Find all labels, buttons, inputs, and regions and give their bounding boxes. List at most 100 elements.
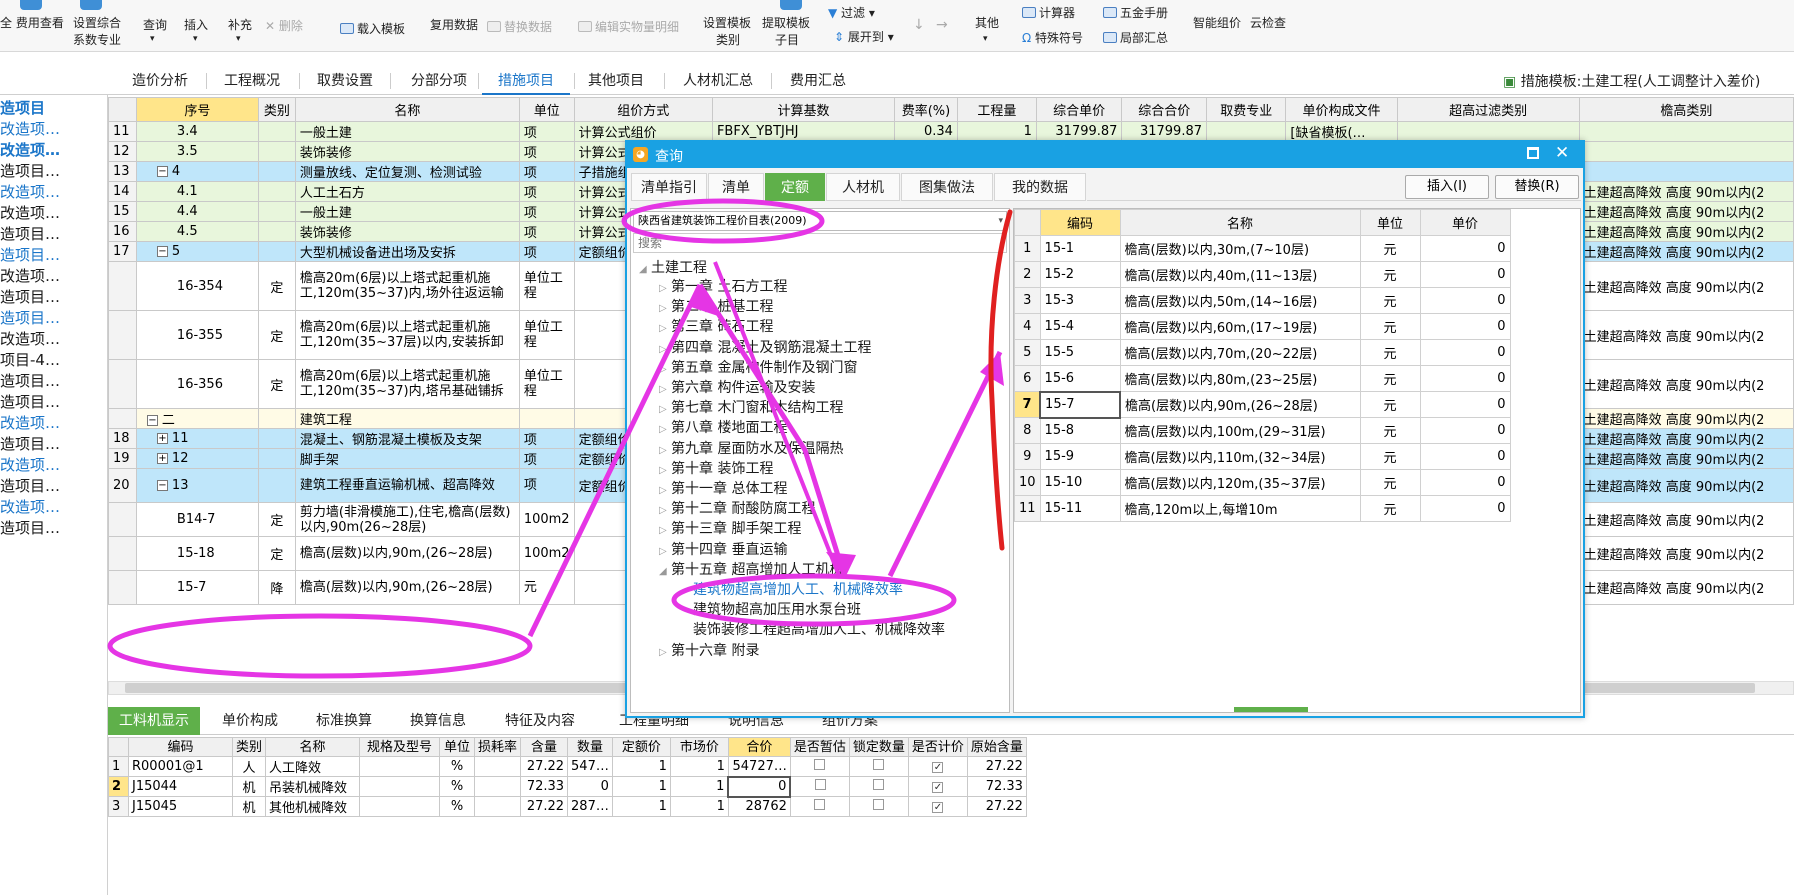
eaves-cell[interactable] bbox=[1578, 141, 1794, 162]
tab-standard-conversion[interactable]: 标准换算 bbox=[298, 707, 390, 735]
expand-arrow-icon[interactable]: ▷ bbox=[659, 465, 671, 476]
collapse-icon[interactable]: − bbox=[156, 480, 168, 491]
maximize-icon[interactable] bbox=[1527, 147, 1539, 159]
tree-node[interactable]: ◢ 第十五章 超高增加人工机械 bbox=[659, 559, 843, 579]
code-cell[interactable]: 15-1 bbox=[1039, 235, 1121, 262]
lock-qty-checkbox[interactable] bbox=[873, 799, 885, 810]
col-header-price-file[interactable]: 单价构成文件 bbox=[1285, 97, 1398, 122]
unit-cell[interactable] bbox=[518, 408, 575, 429]
price-cell[interactable]: 0 bbox=[1419, 391, 1511, 418]
tab-other-items[interactable]: 其他项目 bbox=[576, 67, 656, 95]
bcol-unit[interactable]: 单位 bbox=[439, 737, 476, 757]
price-cell[interactable]: 0 bbox=[1419, 261, 1511, 288]
unit-cell[interactable]: 100m2 bbox=[518, 536, 575, 571]
eaves-cell[interactable]: 土建超高降效 高度 90m以内(2 bbox=[1578, 502, 1794, 537]
category-cell[interactable]: 定 bbox=[257, 502, 296, 537]
left-tree-item[interactable]: 造项目… bbox=[0, 286, 60, 307]
table-row[interactable]: 1 R00001@1 人人工降效% 27.22 547… 1 1 54727… ✓ 27.22 bbox=[108, 756, 1027, 777]
name-cell[interactable]: 人工降效 bbox=[265, 756, 361, 777]
tree-node[interactable]: ▷ 第一章 土石方工程 bbox=[659, 276, 787, 296]
code-cell[interactable]: 15-9 bbox=[1039, 443, 1121, 470]
left-tree-item[interactable]: 造项目… bbox=[0, 307, 60, 328]
expand-arrow-icon[interactable]: ▷ bbox=[659, 283, 671, 294]
table-row[interactable]: 1 15-1 檐高(层数)以内,30m,(7~10层) 元 0 bbox=[1014, 235, 1511, 262]
unit-price-cell[interactable]: 31799.87 bbox=[1035, 121, 1123, 142]
price-cell[interactable]: 0 bbox=[1419, 365, 1511, 392]
is-priced-checkbox[interactable]: ✓ bbox=[932, 782, 944, 793]
tab-conversion-info[interactable]: 换算信息 bbox=[392, 707, 484, 735]
col-header-total[interactable]: 综合合价 bbox=[1121, 97, 1207, 122]
expand-arrow-icon[interactable]: ▷ bbox=[659, 323, 671, 334]
col-header-qty[interactable]: 工程量 bbox=[956, 97, 1037, 122]
content-cell[interactable]: 27.22 bbox=[520, 796, 569, 817]
tree-node[interactable]: ▷ 第九章 屋面防水及保温隔热 bbox=[659, 438, 843, 458]
qty-cell[interactable]: 547… bbox=[567, 756, 613, 777]
bcol-market-price[interactable]: 市场价 bbox=[669, 737, 729, 757]
col-header-seq[interactable]: 序号 bbox=[135, 97, 259, 122]
dtab-quota[interactable]: 定额 bbox=[765, 173, 825, 201]
total-cell[interactable]: 54727… bbox=[727, 756, 791, 777]
tree-node[interactable]: ▷ 第六章 构件运输及安装 bbox=[659, 377, 815, 397]
name-cell[interactable]: 檐高(层数)以内,60m,(17~19层) bbox=[1119, 313, 1361, 340]
seq-cell[interactable]: −4 bbox=[135, 161, 259, 182]
name-cell[interactable]: 檐高20m(6层)以上塔式起重机施工,120m(35~37)内,场外往返运输 bbox=[294, 261, 520, 311]
eaves-cell[interactable]: 土建超高降效 高度 90m以内(2 bbox=[1578, 241, 1794, 262]
estimate-checkbox[interactable] bbox=[814, 799, 826, 810]
bcol-is-priced[interactable]: 是否计价 bbox=[907, 737, 968, 757]
content-cell[interactable]: 72.33 bbox=[520, 776, 569, 797]
category-cell[interactable] bbox=[257, 221, 296, 242]
name-cell[interactable]: 檐高20m(6层)以上塔式起重机施工,120m(35~37)内,塔吊基础铺拆 bbox=[294, 359, 520, 409]
unit-cell[interactable]: 元 bbox=[1359, 391, 1421, 418]
unit-cell[interactable]: % bbox=[439, 796, 476, 817]
expand-arrow-icon[interactable]: ▷ bbox=[659, 525, 671, 536]
hardware-manual-button[interactable]: 五金手册 bbox=[1103, 6, 1168, 20]
tab-labor-material-display[interactable]: 工料机显示 bbox=[108, 707, 200, 735]
col-header-category[interactable]: 类别 bbox=[257, 97, 296, 122]
quota-price-cell[interactable]: 1 bbox=[611, 776, 671, 797]
seq-cell[interactable]: 16-356 bbox=[135, 359, 259, 409]
price-cell[interactable]: 0 bbox=[1419, 235, 1511, 262]
seq-cell[interactable]: 16-355 bbox=[135, 310, 259, 360]
tree-node[interactable]: ▷ 第四章 混凝土及钢筋混凝土工程 bbox=[659, 337, 871, 357]
cloud-check-button[interactable]: 云检查 bbox=[1250, 16, 1286, 30]
dtab-labor-material[interactable]: 人材机 bbox=[826, 173, 900, 201]
replace-data-button[interactable]: 替换数据 bbox=[487, 20, 552, 34]
table-row[interactable]: 5 15-5 檐高(层数)以内,70m,(20~22层) 元 0 bbox=[1014, 339, 1511, 366]
price-cell[interactable]: 0 bbox=[1419, 339, 1511, 366]
price-cell[interactable]: 0 bbox=[1419, 495, 1511, 522]
fee-cell[interactable] bbox=[1205, 121, 1287, 142]
tab-features-content[interactable]: 特征及内容 bbox=[486, 707, 594, 735]
unit-cell[interactable]: 元 bbox=[518, 570, 575, 605]
tree-node[interactable]: ▷ 第十二章 耐酸防腐工程 bbox=[659, 498, 815, 518]
estimate-checkbox[interactable] bbox=[814, 759, 826, 770]
code-cell[interactable]: 15-10 bbox=[1039, 469, 1121, 496]
bcol-category[interactable]: 类别 bbox=[231, 737, 267, 757]
eaves-cell[interactable]: 土建超高降效 高度 90m以内(2 bbox=[1578, 221, 1794, 242]
bcol-name[interactable]: 名称 bbox=[265, 737, 361, 757]
left-tree-item[interactable]: 项目-4… bbox=[0, 349, 60, 370]
market-price-cell[interactable]: 1 bbox=[669, 776, 729, 797]
unit-cell[interactable]: 元 bbox=[1359, 469, 1421, 496]
set-coef-button[interactable]: 设置综合 bbox=[73, 16, 121, 30]
template-indicator[interactable]: ▣ 措施模板:土建工程(人工调整计入差价) bbox=[1503, 71, 1760, 91]
col-header-base[interactable]: 计算基数 bbox=[711, 97, 896, 122]
unit-cell[interactable]: 元 bbox=[1359, 443, 1421, 470]
table-row[interactable]: 11 15-11 檐高,120m以上,每增10m 元 0 bbox=[1014, 495, 1511, 522]
category-cell[interactable]: 定 bbox=[257, 536, 296, 571]
rcol-price[interactable]: 单价 bbox=[1419, 209, 1511, 236]
tree-node[interactable]: ▷ 第七章 木门窗和木结构工程 bbox=[659, 397, 843, 417]
tab-fee-summary[interactable]: 费用汇总 bbox=[775, 67, 861, 95]
col-header-name[interactable]: 名称 bbox=[294, 97, 520, 122]
extract-template-button[interactable]: 提取模板 bbox=[762, 16, 810, 30]
unit-cell[interactable]: 元 bbox=[1359, 417, 1421, 444]
insert-button[interactable]: 插入 bbox=[184, 18, 208, 32]
eaves-cell[interactable]: 土建超高降效 高度 90m以内(2 bbox=[1578, 468, 1794, 503]
price-cell[interactable]: 0 bbox=[1419, 287, 1511, 314]
unit-cell[interactable]: 项 bbox=[518, 448, 575, 469]
code-cell[interactable]: 15-4 bbox=[1039, 313, 1121, 340]
name-cell[interactable]: 檐高,120m以上,每增10m bbox=[1119, 495, 1361, 522]
name-cell[interactable]: 装饰装修 bbox=[294, 141, 520, 162]
col-header-unit-price[interactable]: 综合单价 bbox=[1035, 97, 1123, 122]
tree-node[interactable]: 建筑物超高加压用水泵台班 bbox=[693, 599, 861, 619]
left-tree-item[interactable]: 改造项… bbox=[0, 454, 60, 475]
